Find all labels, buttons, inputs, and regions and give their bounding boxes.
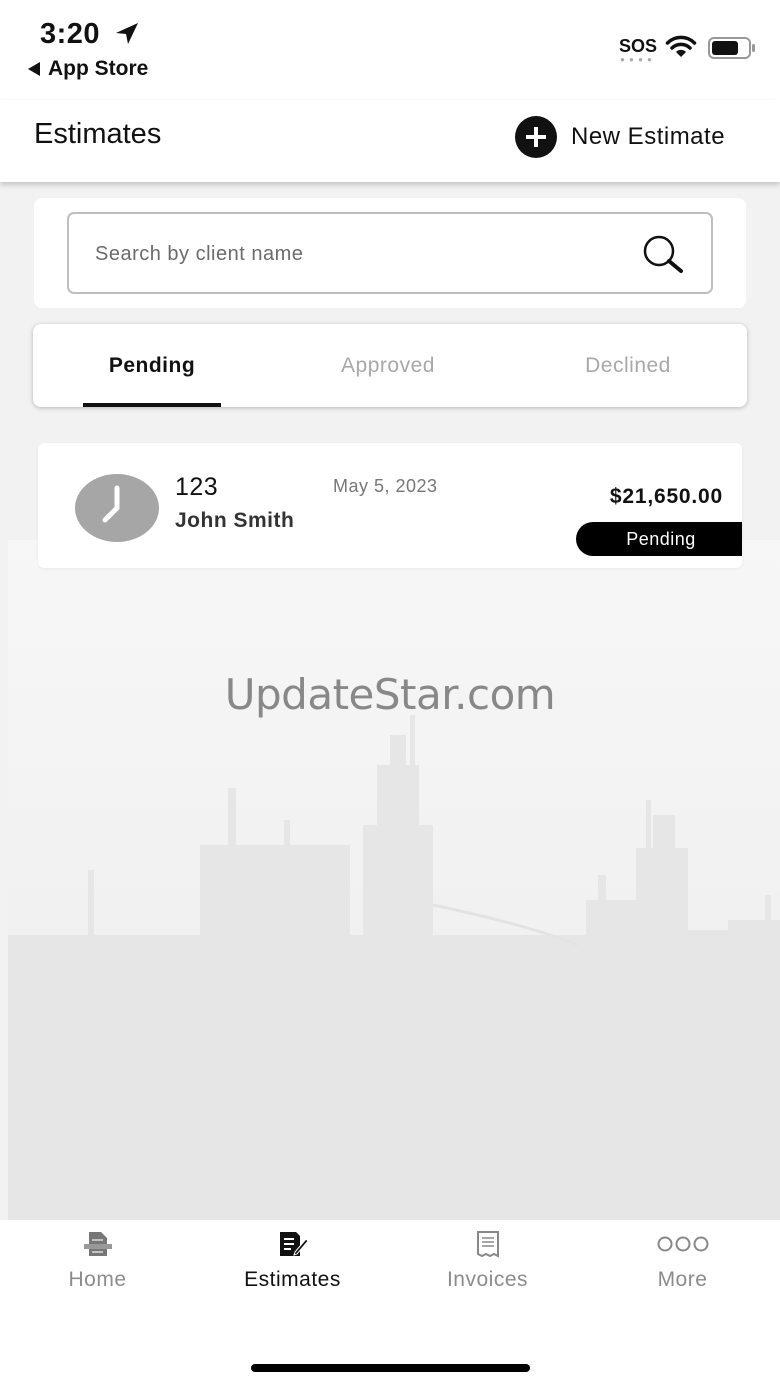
estimate-amount: $21,650.00 [609,485,723,508]
new-estimate-button[interactable]: New Estimate [515,116,725,158]
nav-invoices-label: Invoices [446,1268,529,1291]
home-indicator[interactable] [251,1364,530,1372]
tab-declined[interactable]: Declined [563,324,693,407]
nav-estimates[interactable]: Estimates [195,1220,390,1310]
more-dots-icon [657,1236,708,1252]
new-estimate-label: New Estimate [571,123,726,150]
nav-home[interactable]: Home [0,1220,195,1310]
tab-approved[interactable]: Approved [323,324,453,407]
back-to-app-store-link[interactable]: App Store [28,57,148,81]
estimate-list-item[interactable]: 123 John Smith May 5, 2023 $21,650.00 Pe… [38,443,742,568]
estimate-date: May 5, 2023 [333,476,438,496]
clock-icon [75,474,159,542]
wifi-icon [665,35,697,57]
city-skyline-background [8,540,780,1220]
watermark: UpdateStar.com [224,670,556,719]
location-arrow-icon [116,23,138,44]
status-badge: Pending [576,522,742,556]
status-time: 3:20 [40,18,101,50]
nav-more[interactable]: More [585,1220,780,1310]
nav-estimates-label: Estimates [244,1268,341,1291]
estimate-edit-icon [279,1232,309,1256]
battery-icon [708,37,755,59]
signal-dots-icon: ● ● ● ● [620,55,653,64]
invoice-icon [476,1231,499,1258]
status-bar: 3:20 App Store SOS ● ● ● ● [0,0,780,100]
plus-circle-icon [515,116,557,158]
active-tab-indicator [83,403,221,407]
estimate-number: 123 [175,473,219,501]
search-input[interactable] [95,234,615,274]
search-card [34,198,746,308]
page-title: Estimates [34,118,162,150]
search-icon[interactable] [641,234,687,274]
nav-more-label: More [657,1268,708,1291]
home-document-icon [83,1232,112,1256]
tab-pending[interactable]: Pending [83,324,221,407]
back-app-label: App Store [48,57,149,80]
nav-home-label: Home [68,1268,127,1291]
app-header: Estimates New Estimate [0,100,780,182]
sos-indicator: SOS [619,36,658,56]
back-triangle-icon [28,62,40,76]
client-name: John Smith [175,509,295,532]
status-tabs: Pending Approved Declined [33,324,747,407]
search-box [67,212,713,294]
bottom-navigation: Home Estimates Invoices More [0,1220,780,1387]
nav-invoices[interactable]: Invoices [390,1220,585,1310]
